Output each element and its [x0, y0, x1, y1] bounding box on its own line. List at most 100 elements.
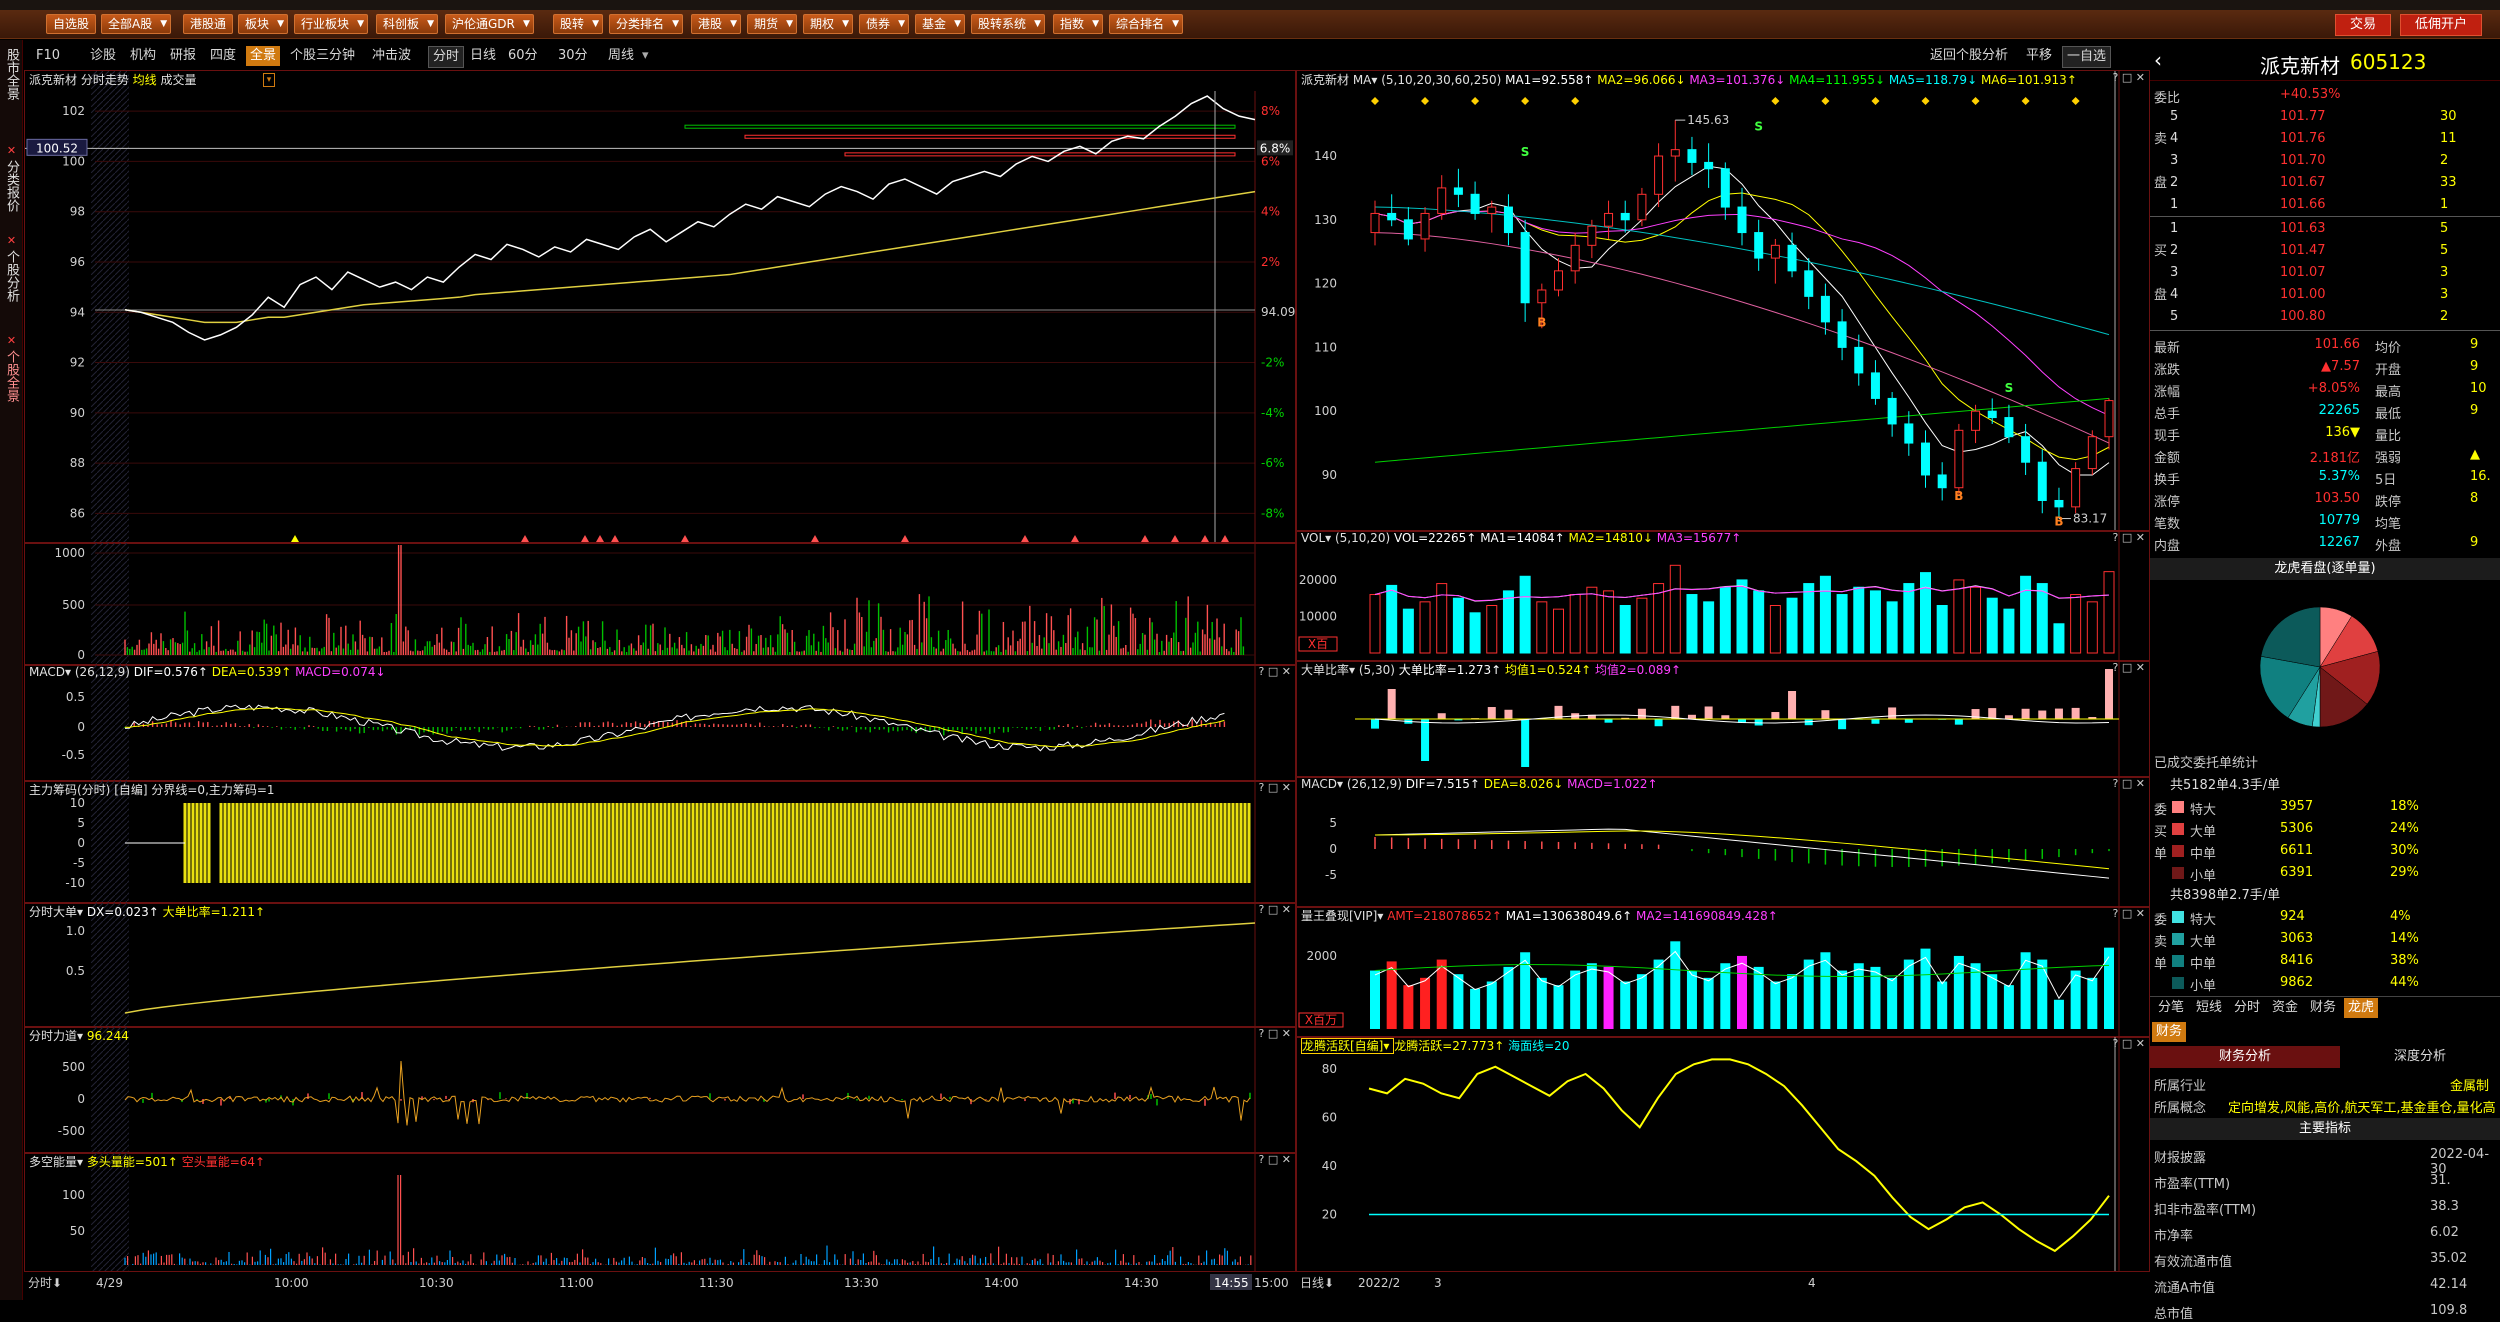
- menu-button-4[interactable]: 行业板块: [294, 14, 368, 34]
- tab-4[interactable]: 四度: [206, 46, 240, 66]
- mid-tab-1[interactable]: 平移: [2022, 46, 2056, 66]
- quote-tab-3[interactable]: 资金: [2268, 998, 2302, 1018]
- avg-label: 均线: [133, 73, 161, 87]
- menu-button-16[interactable]: 综合排名: [1109, 14, 1183, 34]
- stat-label: 金额: [2154, 447, 2180, 466]
- fin-row: 流通A市值42.14: [2150, 1274, 2500, 1296]
- tab-1[interactable]: 诊股: [86, 46, 120, 66]
- title-dropdown-icon[interactable]: ▾: [263, 73, 275, 87]
- panel-control-icons[interactable]: ? □ ✕: [1259, 1027, 1291, 1040]
- dragon-tick: 20: [1322, 1208, 1337, 1222]
- fin-subtab-0[interactable]: 财务分析: [2150, 1046, 2340, 1068]
- quote-tab-1[interactable]: 短线: [2192, 998, 2226, 1018]
- menu-button-11[interactable]: 期权: [803, 14, 853, 34]
- signal-diamond: [1421, 97, 1429, 105]
- quote-tab-5[interactable]: 龙虎: [2344, 998, 2378, 1018]
- period-tab-1[interactable]: 日线: [466, 46, 500, 66]
- menu-button-9[interactable]: 港股: [691, 14, 741, 34]
- menu-button-1[interactable]: 全部A股: [101, 14, 171, 34]
- period-tab-2[interactable]: 60分: [504, 46, 542, 66]
- menu-button-14[interactable]: 股转系统: [971, 14, 1045, 34]
- panel-controls: ? □ ✕: [2113, 531, 2145, 544]
- trade-button[interactable]: 交易: [2335, 14, 2391, 36]
- daily-macd-panel-svg: 50-5: [1297, 777, 2149, 907]
- menu-button-7[interactable]: 股转: [553, 14, 603, 34]
- rail-close-icon[interactable]: ✕: [0, 234, 22, 247]
- menu-button-3[interactable]: 板块: [238, 14, 288, 34]
- fin-tab[interactable]: 财务: [2152, 1022, 2186, 1042]
- signal-marker: [1171, 535, 1179, 542]
- menu-button-2[interactable]: 港股通: [183, 14, 233, 34]
- bid-volume: 5: [2440, 221, 2448, 236]
- panel-control-icons[interactable]: ? □ ✕: [2113, 661, 2145, 674]
- signal-marker: [291, 535, 299, 542]
- period-tab-0[interactable]: 分时: [428, 46, 464, 68]
- menu-button-12[interactable]: 债券: [859, 14, 909, 34]
- quote-tab-4[interactable]: 财务: [2306, 998, 2340, 1018]
- panel-control-icons[interactable]: ? □ ✕: [2113, 71, 2145, 84]
- sell-side-label: 卖: [2154, 128, 2167, 147]
- dragon-tick: 60: [1322, 1111, 1337, 1125]
- quote-tab-0[interactable]: 分笔: [2154, 998, 2188, 1018]
- tab-7[interactable]: 冲击波: [368, 46, 415, 66]
- stat-row: 总手22265最低9: [2150, 400, 2500, 422]
- time-tick-label: 13:30: [844, 1276, 879, 1290]
- pre-open-area: [91, 543, 129, 665]
- bid-level: 3: [2170, 265, 2178, 280]
- fin-value: 109.8: [2430, 1303, 2467, 1318]
- tab-2[interactable]: 机构: [126, 46, 160, 66]
- daily-price-tick: 110: [1314, 340, 1337, 354]
- vol-value: VOL=22265↑: [1394, 531, 1480, 545]
- rail-close-icon[interactable]: ✕: [0, 144, 22, 157]
- rail-tab-2[interactable]: 个股分析: [0, 250, 22, 302]
- panel-control-icons[interactable]: ? □ ✕: [1259, 1153, 1291, 1166]
- menu-button-15[interactable]: 指数: [1053, 14, 1103, 34]
- intraday-chips-panel-svg: 1050-5-10: [25, 781, 1295, 903]
- tab-6[interactable]: 个股三分钟: [286, 46, 359, 66]
- rail-tab-1[interactable]: 分类报价: [0, 160, 22, 212]
- quote-tab-2[interactable]: 分时: [2230, 998, 2264, 1018]
- panel-control-icons[interactable]: ? □ ✕: [1259, 781, 1291, 794]
- period-tab-3[interactable]: 30分: [554, 46, 592, 66]
- tab-5[interactable]: 全景: [246, 46, 280, 66]
- panel-control-icons[interactable]: ? □ ✕: [2113, 531, 2145, 544]
- menu-button-10[interactable]: 期货: [747, 14, 797, 34]
- menu-button-8[interactable]: 分类排名: [609, 14, 683, 34]
- period-dropdown-icon[interactable]: ▾: [638, 46, 653, 66]
- panel-control-icons[interactable]: ? □ ✕: [2113, 1037, 2145, 1050]
- mid-tab-2[interactable]: 一自选: [2062, 46, 2111, 68]
- order-size-name: 特大: [2190, 909, 2216, 928]
- pre-open-area: [91, 781, 129, 903]
- menu-button-0[interactable]: 自选股: [46, 14, 96, 34]
- macd-dea: DEA=8.026↓: [1484, 777, 1567, 791]
- open-account-button[interactable]: 低佣开户: [2400, 14, 2482, 36]
- mid-tab-0[interactable]: 返回个股分析: [1926, 46, 2012, 66]
- macd-tick: -5: [1325, 868, 1337, 882]
- daily-volume-panel: 2000010000X百VOL▾ (5,10,20) VOL=22265↑ MA…: [1296, 530, 2150, 662]
- intraday-volume-panel: 10005000: [24, 542, 1296, 666]
- back-icon[interactable]: ‹: [2154, 48, 2162, 72]
- tab-0[interactable]: F10: [32, 46, 64, 66]
- fin-subtab-1[interactable]: 深度分析: [2340, 1046, 2500, 1068]
- candle: [1871, 373, 1879, 399]
- period-tab-4[interactable]: 周线: [604, 46, 638, 66]
- menu-button-5[interactable]: 科创板: [376, 14, 438, 34]
- stat-label: 总手: [2154, 403, 2180, 422]
- panel-control-icons[interactable]: ? □ ✕: [1259, 665, 1291, 678]
- divider: [2150, 216, 2500, 217]
- menu-button-13[interactable]: 基金: [915, 14, 965, 34]
- panel-control-icons[interactable]: ? □ ✕: [2113, 907, 2145, 920]
- rail-close-icon[interactable]: ✕: [0, 334, 22, 347]
- signal-diamond: [1471, 97, 1479, 105]
- fin-subtabs: 财务分析深度分析: [2150, 1046, 2500, 1068]
- chips-tick-label: -10: [65, 876, 85, 890]
- indicator-values: 分界线=0,主力筹码=1: [151, 783, 274, 797]
- bid-volume: 3: [2440, 287, 2448, 302]
- rail-tab-3[interactable]: 个股全景: [0, 350, 22, 402]
- menu-button-6[interactable]: 沪伦通GDR: [445, 14, 534, 34]
- daily-time-label: 4: [1808, 1276, 1816, 1290]
- panel-control-icons[interactable]: ? □ ✕: [1259, 903, 1291, 916]
- rail-tab-0[interactable]: 股市全景: [0, 48, 22, 100]
- tab-3[interactable]: 研报: [166, 46, 200, 66]
- panel-control-icons[interactable]: ? □ ✕: [2113, 777, 2145, 790]
